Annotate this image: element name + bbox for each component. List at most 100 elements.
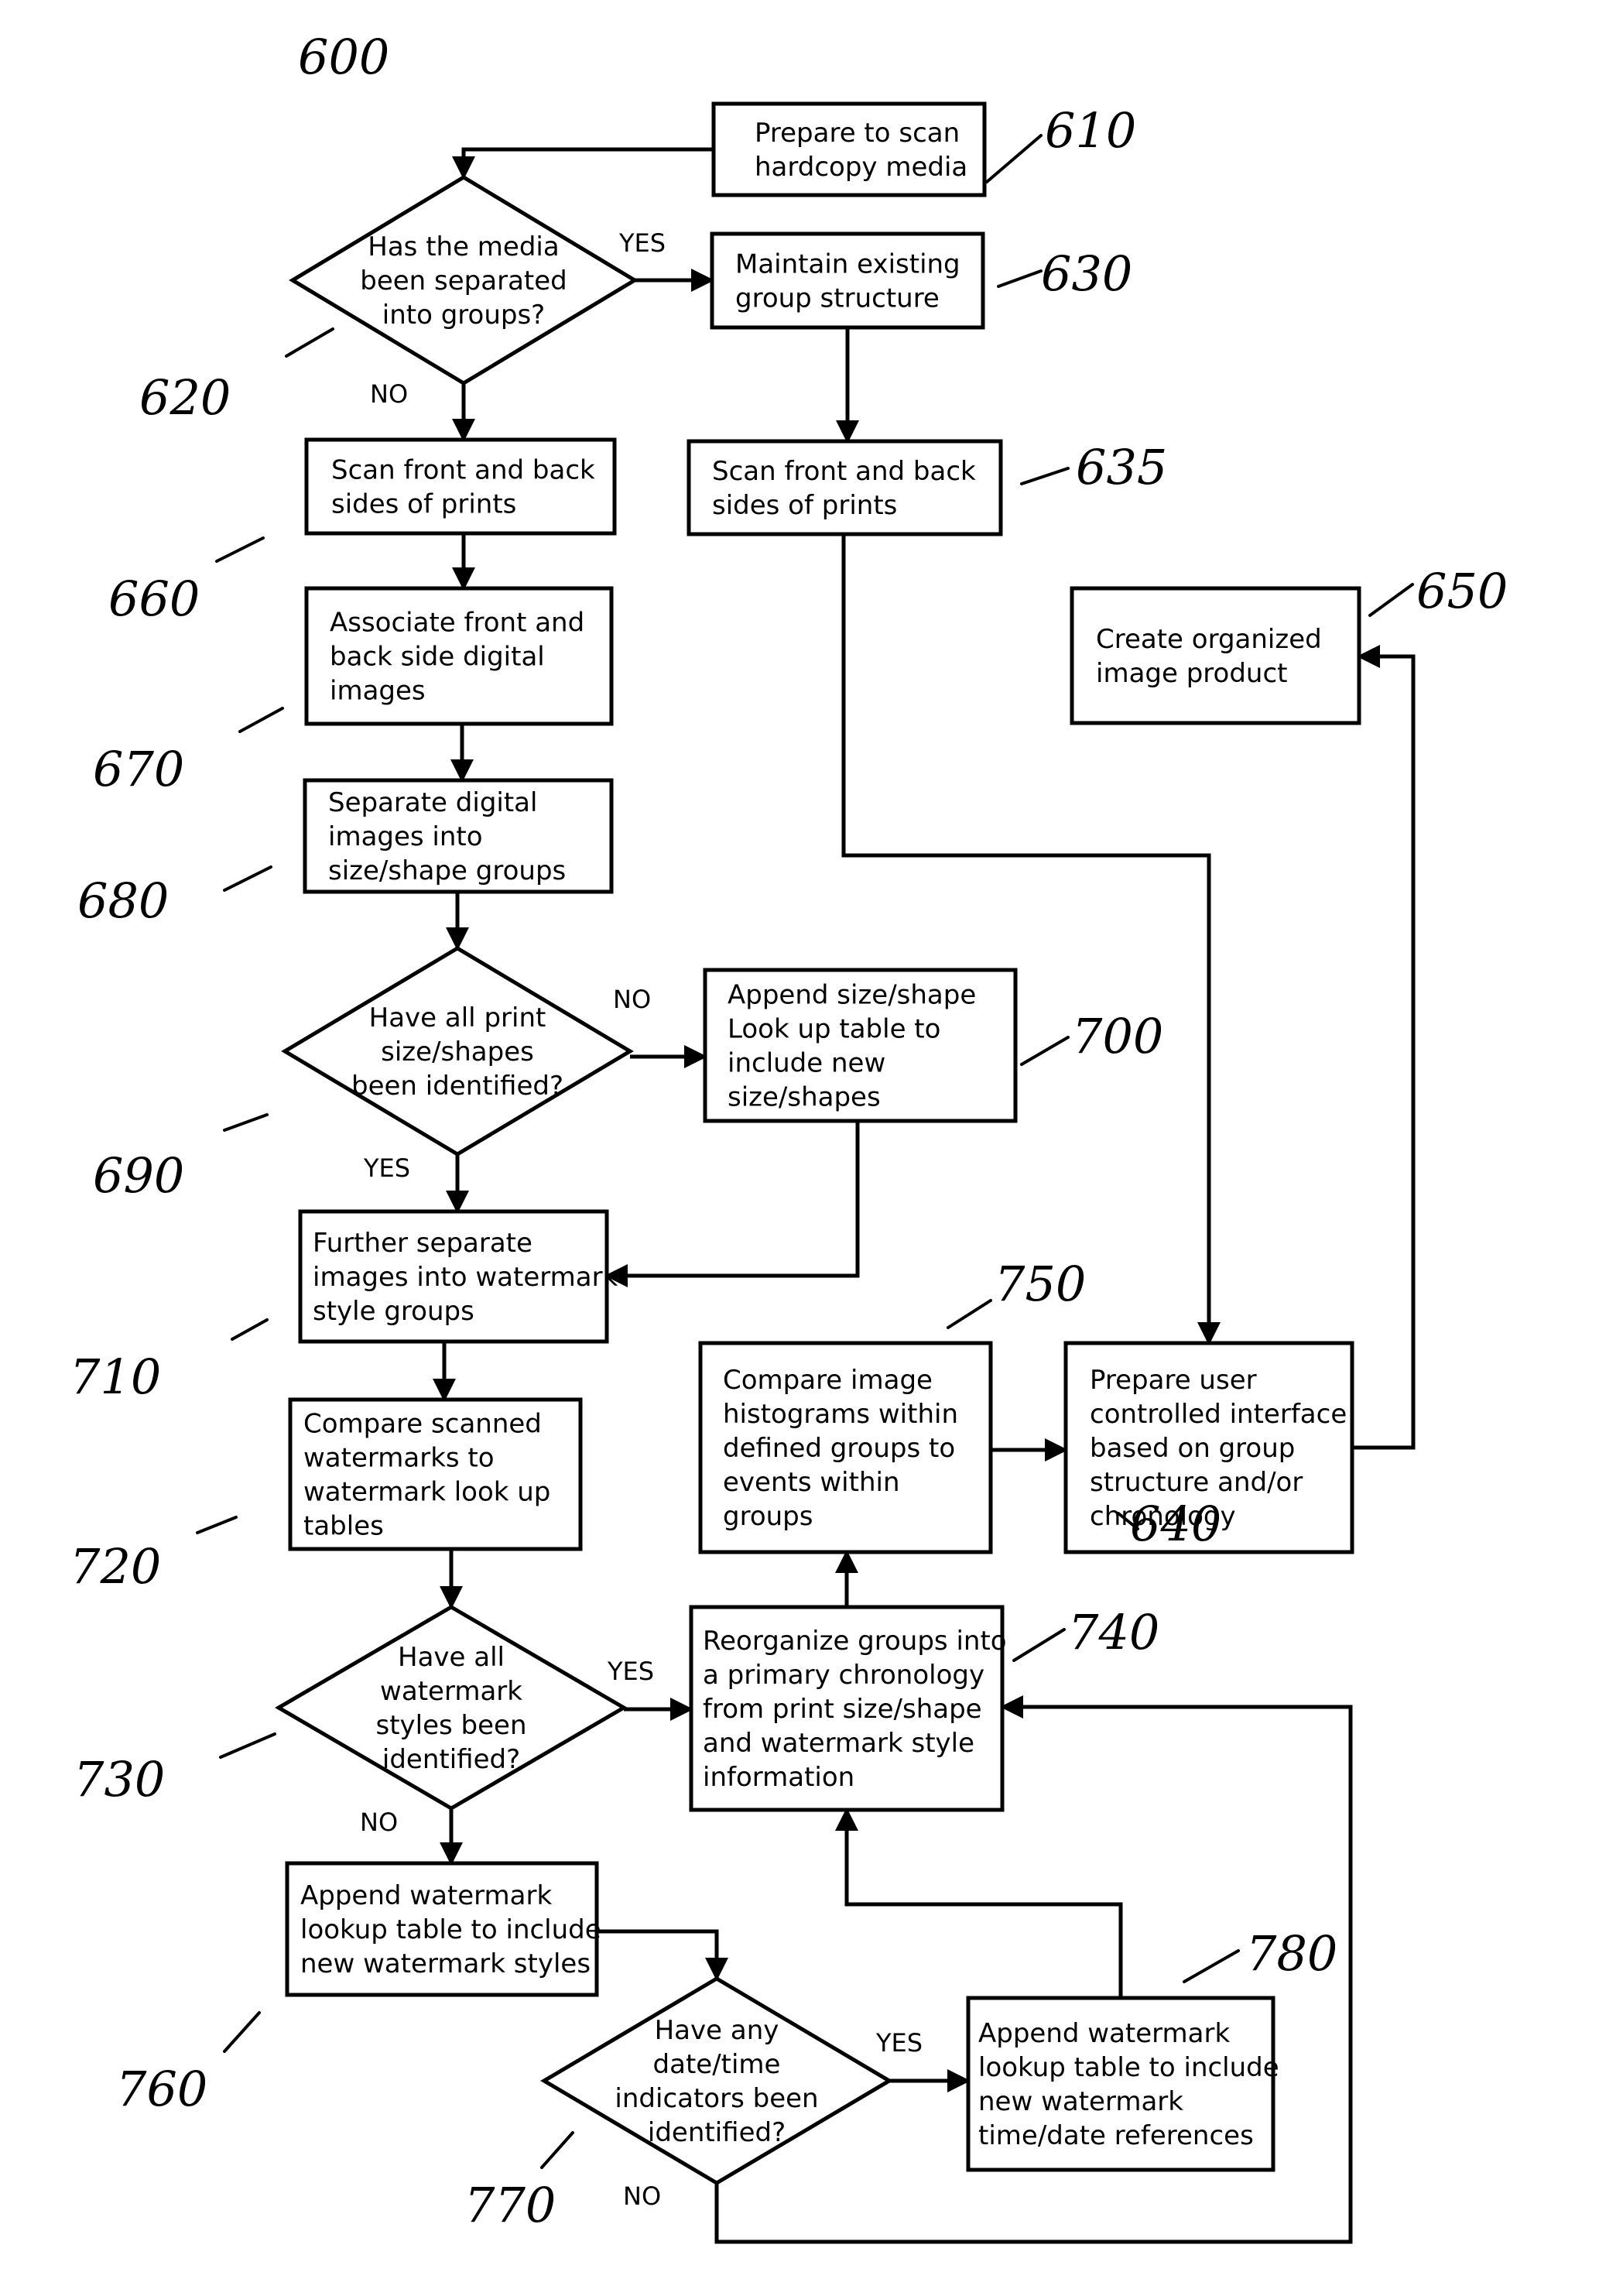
label-690-yes: YES [363,1153,410,1183]
ref-635: 635 [1020,439,1167,495]
ref-720: 720 [70,1516,238,1595]
label-690-no: NO [613,985,651,1014]
node-text-line: watermark look up [303,1477,550,1508]
node-text-line: Append watermark [300,1880,552,1911]
ref-750: 750 [947,1256,1086,1329]
reference-numeral: 770 [464,2177,556,2233]
edge-640-650 [1352,645,1416,1450]
leader-line [223,2011,261,2053]
edge-610-620 [452,147,714,180]
leader-line [219,1732,276,1759]
leader-line [1183,1949,1240,1983]
node-760: Append watermarklookup table to includen… [285,1861,601,1997]
node-text-line: Has the media [368,231,559,262]
ref-660: 660 [108,536,265,627]
leader-line [196,1516,238,1534]
node-text-line: images into watermark [313,1262,618,1293]
node-710: Further separateimages into watermarksty… [298,1209,618,1344]
node-750: Compare imagehistograms withindefined gr… [698,1341,993,1554]
node-text-line: Append size/shape [728,980,976,1011]
node-text-line: and watermark style [703,1728,974,1759]
leader-line [540,2131,574,2169]
node-text-line: Prepare user [1090,1365,1257,1396]
ref-630: 630 [997,245,1132,302]
node-text-line: controlled interface [1090,1399,1347,1430]
node-text-line: watermarks to [303,1443,495,1474]
leader-line [215,536,265,563]
node-720: Compare scannedwatermarks towatermark lo… [288,1397,583,1551]
leader-line [223,1113,269,1132]
node-text-line: back side digital [330,642,545,673]
node-text-line: Create organized [1096,624,1322,655]
node-text-line: Append watermark [978,2018,1230,2049]
leader-line [285,327,334,358]
reference-numeral: 690 [93,1147,184,1204]
ref-640: 640 [1117,1496,1221,1552]
node-text-line: hardcopy media [755,152,967,183]
reference-numeral: 700 [1072,1008,1163,1064]
node-text-line: identified? [382,1744,520,1775]
reference-numeral: 670 [93,741,184,797]
leader-line [1020,1036,1070,1066]
node-text-line: Compare scanned [303,1409,542,1440]
node-text-line: Further separate [313,1228,532,1259]
node-text-line: identified? [648,2117,786,2148]
leader-line [1020,467,1070,485]
node-text-line: include new [728,1048,885,1079]
reference-numeral: 740 [1068,1604,1159,1660]
node-text-line: groups [723,1501,813,1532]
edge-700-710 [604,1121,860,1287]
reference-numeral: 730 [74,1751,165,1808]
node-text-line: images [330,676,426,707]
node-text-line: Prepare to scan [755,118,960,149]
reference-numeral: 660 [108,571,200,627]
leader-line [1012,1628,1066,1662]
node-text-line: styles been [375,1710,526,1741]
node-635: Scan front and backsides of prints [687,439,1003,536]
node-text-line: Associate front and [330,608,584,639]
node-text-line: time/date references [978,2120,1254,2151]
leader-line [238,707,284,733]
node-730: Have allwatermarkstyles beenidentified? [275,1605,628,1811]
ref-760: 760 [116,2011,261,2117]
node-text-line: Scan front and back [331,455,595,486]
node-text-line: group structure [735,283,940,314]
reference-numeral: 780 [1246,1925,1337,1982]
node-text-line: new watermark [978,2086,1183,2117]
node-680: Separate digitalimages intosize/shape gr… [303,778,614,894]
ref-730: 730 [74,1732,276,1808]
decision-diamond [540,1976,893,2185]
ref-690: 690 [93,1113,269,1204]
node-text-line: indicators been [615,2083,818,2114]
reference-numeral: 620 [139,369,231,426]
node-text-line: Scan front and back [712,456,976,487]
node-text-line: Look up table to [728,1014,940,1045]
label-620-yes: YES [618,228,666,258]
leader-line [947,1299,992,1329]
ref-670: 670 [93,707,284,797]
node-text-line: defined groups to [723,1433,955,1464]
node-text-line: Have all [398,1642,505,1673]
ref-700: 700 [1020,1008,1163,1066]
leader-line [223,865,272,892]
node-text-line: a primary chronology [703,1660,984,1691]
node-text-line: size/shapes [728,1082,881,1113]
reference-numeral: 760 [116,2061,207,2117]
ref-620: 620 [139,327,334,426]
reference-numeral: 710 [70,1348,161,1405]
node-text-line: based on group [1090,1433,1295,1464]
ref-780: 780 [1183,1925,1337,1983]
edge-780-740 [835,1808,1123,1998]
reference-numeral: 600 [298,29,389,85]
node-text-line: lookup table to include [300,1914,601,1945]
node-text-line: sides of prints [712,490,897,521]
node-text-line: Reorganize groups into [703,1626,1007,1657]
node-text-line: tables [303,1511,384,1542]
node-text-line: Have any [655,2015,779,2046]
node-text-line: date/time [653,2049,781,2080]
reference-numeral: 680 [77,872,169,929]
ref-600: 600 [298,29,389,85]
node-740: Reorganize groups intoa primary chronolo… [689,1605,1007,1812]
ref-710: 710 [70,1318,269,1405]
process-box [1070,586,1361,725]
